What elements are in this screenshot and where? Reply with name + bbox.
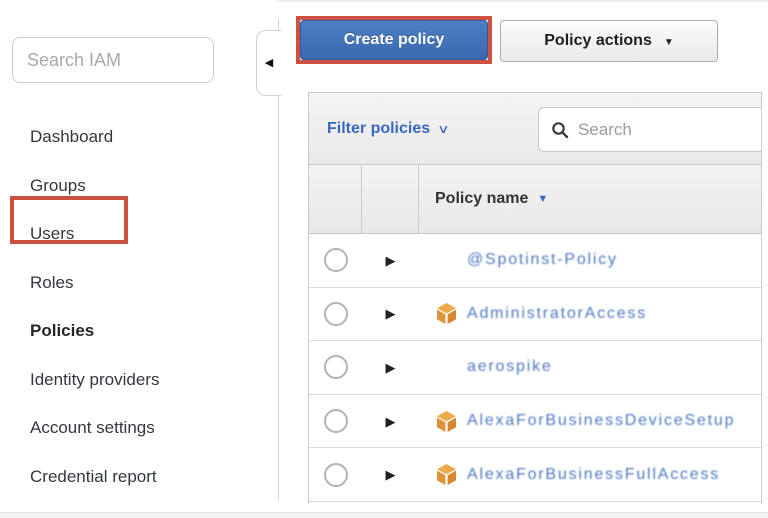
table-row: ▶ AlexaForBusinessFullAccess	[309, 448, 761, 502]
screenshot-bottom-edge	[0, 512, 768, 518]
select-column-header	[309, 165, 362, 233]
policy-name-link[interactable]: aerospike	[467, 358, 553, 376]
policy-actions-button[interactable]: Policy actions ▼	[500, 20, 718, 62]
row-expand-icon[interactable]: ▶	[386, 415, 396, 428]
policy-search-input[interactable]	[578, 120, 762, 140]
row-expand-icon[interactable]: ▶	[386, 468, 396, 481]
table-row: ▶ @Spotinst-Policy	[309, 234, 761, 288]
sidebar-item-groups[interactable]: Groups	[0, 162, 278, 211]
policy-name-link[interactable]: AlexaForBusinessDeviceSetup	[467, 412, 735, 430]
sidebar-item-roles[interactable]: Roles	[0, 259, 278, 308]
row-radio-button[interactable]	[324, 463, 348, 487]
filter-policies-label: Filter policies	[327, 120, 430, 138]
search-icon	[551, 121, 569, 139]
iam-policies-screen: Dashboard Groups Users Roles Policies Id…	[0, 0, 768, 518]
create-policy-button[interactable]: Create policy	[300, 20, 488, 60]
policy-search-box	[538, 107, 762, 152]
policy-icon-slot	[435, 410, 458, 433]
sidebar-collapse-tab[interactable]: ◀	[256, 30, 281, 96]
sidebar-nav: Dashboard Groups Users Roles Policies Id…	[0, 113, 278, 501]
sidebar-item-credential-report[interactable]: Credential report	[0, 453, 278, 502]
row-expand-icon[interactable]: ▶	[386, 307, 396, 320]
row-radio-button[interactable]	[324, 302, 348, 326]
sidebar-item-account-settings[interactable]: Account settings	[0, 404, 278, 453]
sort-desc-icon[interactable]: ▼	[537, 193, 548, 205]
row-radio-button[interactable]	[324, 355, 348, 379]
policy-name-column-header[interactable]: Policy name	[435, 190, 528, 208]
filter-policies-dropdown[interactable]: Filter policies ∨	[327, 120, 448, 138]
policy-icon-slot	[435, 463, 458, 486]
chevron-down-icon: ▼	[664, 37, 674, 48]
policy-icon-slot	[435, 302, 458, 325]
row-expand-icon[interactable]: ▶	[386, 254, 396, 267]
expand-column-header	[362, 165, 419, 233]
search-iam-input[interactable]	[12, 37, 214, 83]
aws-managed-policy-cube-icon	[435, 410, 458, 433]
policy-name-link[interactable]: AdministratorAccess	[467, 305, 647, 323]
sidebar-item-identity-providers[interactable]: Identity providers	[0, 356, 278, 405]
row-expand-icon[interactable]: ▶	[386, 361, 396, 374]
sidebar-item-dashboard[interactable]: Dashboard	[0, 113, 278, 162]
table-row: ▶ aerospike	[309, 341, 761, 395]
policy-name-link[interactable]: @Spotinst-Policy	[467, 251, 618, 269]
table-row: ▶ AdministratorAccess	[309, 288, 761, 342]
policy-actions-label: Policy actions	[544, 32, 652, 50]
collapse-left-icon: ◀	[265, 58, 273, 69]
filter-bar: Filter policies ∨	[309, 93, 761, 165]
aws-managed-policy-cube-icon	[435, 463, 458, 486]
chevron-down-icon: ∨	[437, 122, 449, 136]
create-policy-highlight-box: Create policy	[296, 16, 492, 64]
table-header-row: Policy name ▼	[309, 165, 761, 234]
policies-table-pane: Filter policies ∨ Policy name ▼ ▶	[308, 92, 762, 504]
aws-managed-policy-cube-icon	[435, 302, 458, 325]
row-radio-button[interactable]	[324, 409, 348, 433]
sidebar-item-policies[interactable]: Policies	[0, 307, 278, 356]
iam-sidebar: Dashboard Groups Users Roles Policies Id…	[0, 0, 278, 512]
policy-name-link[interactable]: AlexaForBusinessFullAccess	[467, 466, 720, 484]
table-row: ▶ AlexaForBusinessDeviceSetup	[309, 395, 761, 449]
sidebar-item-users[interactable]: Users	[0, 210, 278, 259]
row-radio-button[interactable]	[324, 248, 348, 272]
